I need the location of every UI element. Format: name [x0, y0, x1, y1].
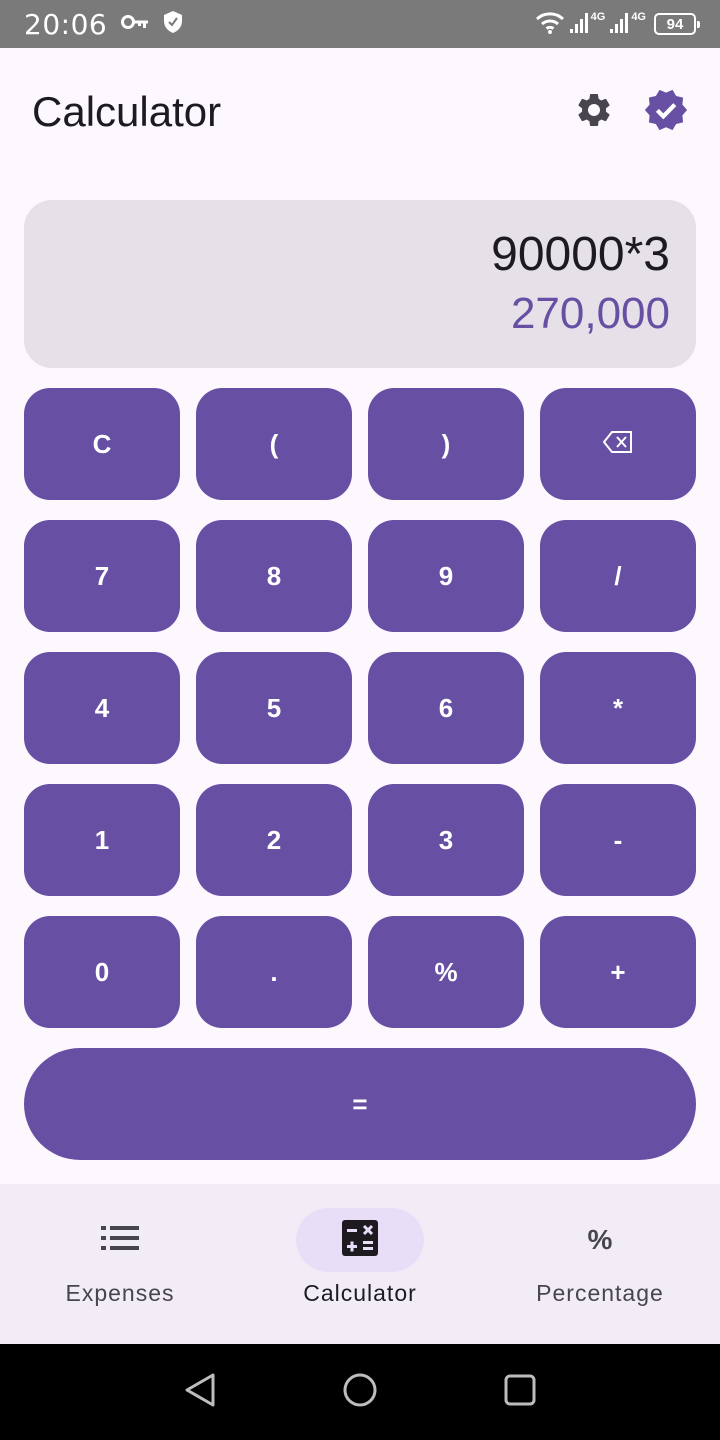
digit-2-button[interactable]: 2 — [196, 784, 352, 896]
add-button[interactable]: + — [540, 916, 696, 1028]
status-bar: 20:06 4G 4G 94 — [0, 0, 720, 48]
backspace-icon — [602, 429, 633, 460]
list-icon — [101, 1225, 139, 1256]
verified-badge-icon — [643, 87, 689, 138]
back-icon[interactable] — [183, 1372, 217, 1413]
nav-item-percentage[interactable]: % Percentage — [480, 1184, 720, 1344]
shield-icon — [163, 10, 183, 39]
home-icon[interactable] — [342, 1372, 378, 1413]
clear-button[interactable]: C — [24, 388, 180, 500]
percent-button[interactable]: % — [368, 916, 524, 1028]
settings-button[interactable] — [572, 90, 616, 134]
digit-5-button[interactable]: 5 — [196, 652, 352, 764]
vpn-key-icon — [121, 13, 149, 36]
backspace-button[interactable] — [540, 388, 696, 500]
digit-6-button[interactable]: 6 — [368, 652, 524, 764]
network-type-1: 4G — [590, 11, 606, 23]
calculator-display: 90000*3 270,000 — [24, 200, 696, 368]
open-paren-button[interactable]: ( — [196, 388, 352, 500]
digit-4-button[interactable]: 4 — [24, 652, 180, 764]
digit-8-button[interactable]: 8 — [196, 520, 352, 632]
signal-icon-1 — [569, 11, 591, 38]
expression-text: 90000*3 — [491, 228, 670, 281]
calculator-icon — [342, 1219, 378, 1261]
nav-label-expenses: Expenses — [65, 1280, 175, 1306]
nav-item-expenses[interactable]: Expenses — [0, 1184, 240, 1344]
page-title: Calculator — [32, 88, 222, 135]
battery-icon: 94 — [654, 13, 700, 35]
digit-3-button[interactable]: 3 — [368, 784, 524, 896]
verified-button[interactable] — [644, 89, 688, 134]
active-indicator — [296, 1208, 424, 1272]
signal-icon-2 — [609, 11, 631, 38]
recents-icon[interactable] — [503, 1373, 537, 1412]
result-text: 270,000 — [510, 289, 670, 338]
divide-button[interactable]: / — [540, 520, 696, 632]
bottom-navigation: Expenses Calculator % Percentage — [0, 1184, 720, 1344]
system-navigation-bar — [0, 1344, 720, 1440]
wifi-icon — [535, 10, 565, 39]
nav-item-calculator[interactable]: Calculator — [240, 1184, 480, 1344]
app-bar: Calculator — [0, 48, 720, 176]
percent-icon: % — [587, 1224, 613, 1255]
nav-label-calculator: Calculator — [303, 1280, 417, 1306]
nav-label-percentage: Percentage — [536, 1280, 664, 1306]
digit-9-button[interactable]: 9 — [368, 520, 524, 632]
gear-icon — [574, 90, 614, 135]
network-type-2: 4G — [631, 11, 646, 23]
decimal-button[interactable]: . — [196, 916, 352, 1028]
digit-0-button[interactable]: 0 — [24, 916, 180, 1028]
keypad: C ( ) 7 8 9 / 4 5 6 * 1 2 3 - 0 . % + — [24, 388, 696, 1028]
status-time: 20:06 — [24, 7, 108, 41]
digit-1-button[interactable]: 1 — [24, 784, 180, 896]
close-paren-button[interactable]: ) — [368, 388, 524, 500]
subtract-button[interactable]: - — [540, 784, 696, 896]
equals-button[interactable]: = — [24, 1048, 696, 1160]
digit-7-button[interactable]: 7 — [24, 520, 180, 632]
multiply-button[interactable]: * — [540, 652, 696, 764]
